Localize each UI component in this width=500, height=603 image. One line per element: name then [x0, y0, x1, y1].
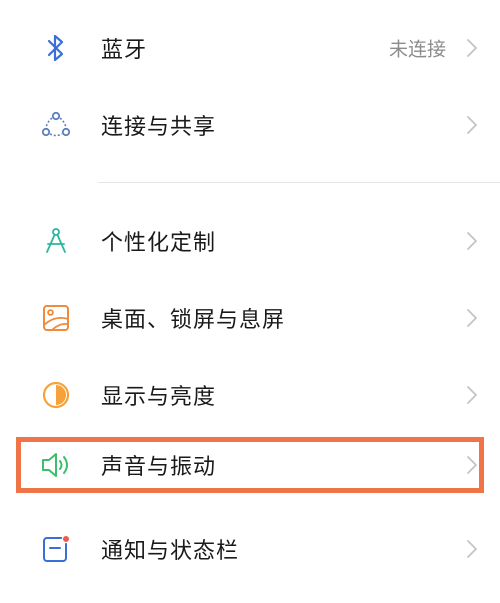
settings-item-sound-vibration[interactable]: 声音与振动	[0, 427, 500, 503]
wallpaper-icon	[40, 302, 72, 334]
speaker-icon	[40, 449, 72, 481]
bluetooth-icon	[40, 32, 72, 64]
settings-item-bluetooth[interactable]: 蓝牙 未连接	[0, 10, 500, 86]
chevron-right-icon	[467, 232, 477, 250]
chevron-right-icon	[467, 386, 477, 404]
settings-screen: 蓝牙 未连接 连接与共享 个性化定制 桌面、锁屏与息屏 显示与亮度 声音与振动 …	[0, 0, 500, 603]
settings-item-notifications-statusbar[interactable]: 通知与状态栏	[0, 511, 500, 587]
notification-icon	[40, 533, 72, 565]
settings-item-label: 连接与共享	[101, 115, 217, 140]
compass-personalization-icon	[40, 225, 72, 257]
chevron-right-icon	[467, 116, 477, 134]
settings-item-personalization[interactable]: 个性化定制	[0, 203, 500, 279]
settings-item-label: 通知与状态栏	[101, 539, 240, 564]
settings-item-label: 桌面、锁屏与息屏	[101, 308, 286, 333]
settings-item-display-brightness[interactable]: 显示与亮度	[0, 357, 500, 433]
chevron-right-icon	[467, 456, 477, 474]
brightness-icon	[40, 379, 72, 411]
chevron-right-icon	[467, 39, 477, 57]
settings-item-connection-sharing[interactable]: 连接与共享	[0, 87, 500, 163]
settings-item-label: 蓝牙	[101, 38, 148, 63]
chevron-right-icon	[467, 309, 477, 327]
section-divider	[98, 182, 500, 183]
settings-item-desktop-lockscreen[interactable]: 桌面、锁屏与息屏	[0, 280, 500, 356]
bluetooth-status-value: 未连接	[388, 38, 446, 61]
settings-item-label: 声音与振动	[101, 455, 217, 480]
chevron-right-icon	[467, 540, 477, 558]
settings-item-label: 个性化定制	[101, 231, 217, 256]
settings-item-label: 显示与亮度	[101, 385, 217, 410]
connection-sharing-icon	[40, 109, 72, 141]
